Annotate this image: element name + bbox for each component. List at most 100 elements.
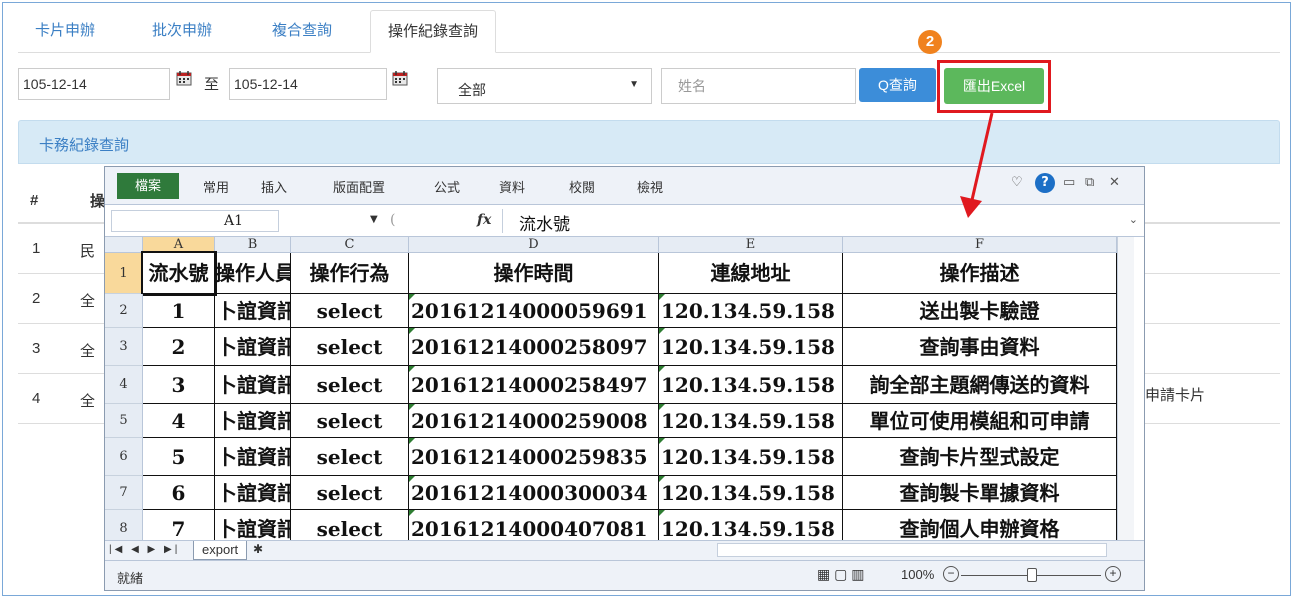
data-cell[interactable]: 20161214000259835 (409, 438, 659, 476)
horizontal-scrollbar[interactable] (717, 543, 1107, 557)
header-cell[interactable]: 操作人員 (215, 253, 291, 294)
minimize-icon[interactable]: ▭ (1063, 175, 1075, 190)
data-cell[interactable]: 20161214000258097 (409, 328, 659, 366)
restore-icon[interactable]: ⧉ (1085, 175, 1094, 190)
ribbon-tab-view[interactable]: 檢視 (637, 177, 663, 196)
row-header[interactable]: 7 (105, 476, 143, 510)
data-cell[interactable]: 20161214000407081 (409, 510, 659, 540)
excel-file-tab[interactable]: 檔案 (117, 173, 179, 199)
column-header-d[interactable]: D (409, 237, 659, 253)
ribbon-tab-review[interactable]: 校閱 (569, 177, 595, 196)
data-cell[interactable]: 120.134.59.158 (659, 510, 843, 540)
data-cell[interactable]: 卜誼資訊 (215, 366, 291, 404)
ribbon-tab-home[interactable]: 常用 (203, 177, 229, 196)
fx-icon[interactable]: fx (477, 212, 491, 228)
date-from-input[interactable]: 105-12-14 (18, 68, 170, 100)
data-cell[interactable]: select (291, 294, 409, 328)
row-header[interactable]: 8 (105, 510, 143, 540)
view-buttons-icon[interactable]: ▦ ▢ ▥ (817, 566, 864, 583)
tab-card-application[interactable]: 卡片申辦 (18, 10, 112, 52)
data-cell[interactable]: 5 (143, 438, 215, 476)
heart-icon[interactable]: ♡ (1011, 175, 1023, 190)
data-cell[interactable]: 1 (143, 294, 215, 328)
sheet-nav-arrows[interactable]: |◀ ◀ ▶ ▶| (109, 544, 180, 555)
row-header[interactable]: 1 (105, 253, 143, 294)
name-input[interactable]: 姓名 (661, 68, 856, 104)
expand-formula-icon[interactable]: ⌄ (1129, 213, 1138, 226)
vertical-scrollbar[interactable] (1117, 237, 1134, 540)
ribbon-tab-layout[interactable]: 版面配置 (333, 177, 385, 196)
tab-batch-application[interactable]: 批次申辦 (135, 10, 229, 52)
header-cell[interactable]: 操作描述 (843, 253, 1117, 294)
data-cell[interactable]: select (291, 510, 409, 540)
data-cell[interactable]: 送出製卡驗證 (843, 294, 1117, 328)
header-cell[interactable]: 操作行為 (291, 253, 409, 294)
data-cell[interactable]: 詢全部主題網傳送的資料 (843, 366, 1117, 404)
data-cell[interactable]: 查詢製卡單據資料 (843, 476, 1117, 510)
data-cell[interactable]: select (291, 404, 409, 438)
row-header[interactable]: 6 (105, 438, 143, 476)
header-cell[interactable]: 操作時間 (409, 253, 659, 294)
column-header-e[interactable]: E (659, 237, 843, 253)
select-all-corner[interactable] (105, 237, 143, 253)
data-cell[interactable]: 2 (143, 328, 215, 366)
data-cell[interactable]: 卜誼資訊 (215, 510, 291, 540)
close-icon[interactable]: ✕ (1109, 175, 1120, 190)
column-header-f[interactable]: F (843, 237, 1117, 253)
name-box[interactable]: A1 (111, 210, 279, 232)
data-cell[interactable]: 查詢卡片型式設定 (843, 438, 1117, 476)
row-header[interactable]: 4 (105, 366, 143, 404)
zoom-in-icon[interactable]: + (1105, 566, 1121, 582)
data-cell[interactable]: 卜誼資訊 (215, 438, 291, 476)
ribbon-tab-formulas[interactable]: 公式 (434, 177, 460, 196)
data-cell[interactable]: 卜誼資訊 (215, 294, 291, 328)
data-cell[interactable]: 120.134.59.158 (659, 366, 843, 404)
spreadsheet-grid[interactable]: A B C D E F 1 流水號 操作人員 操作行為 操作時間 連線地址 操作描述 2 1 卜誼資訊 sele… (105, 237, 1117, 540)
search-button[interactable]: Q查詢 (859, 68, 936, 102)
data-cell[interactable]: 20161214000258497 (409, 366, 659, 404)
header-cell[interactable]: 連線地址 (659, 253, 843, 294)
data-cell[interactable]: 4 (143, 404, 215, 438)
zoom-slider-knob[interactable] (1027, 568, 1037, 582)
data-cell[interactable]: 120.134.59.158 (659, 476, 843, 510)
data-cell[interactable]: select (291, 328, 409, 366)
sheet-tab-export[interactable]: export (193, 541, 248, 560)
data-cell[interactable]: select (291, 438, 409, 476)
data-cell[interactable]: 120.134.59.158 (659, 404, 843, 438)
data-cell[interactable]: 卜誼資訊 (215, 328, 291, 366)
row-header[interactable]: 3 (105, 328, 143, 366)
ribbon-tab-data[interactable]: 資料 (499, 177, 525, 196)
data-cell[interactable]: 卜誼資訊 (215, 404, 291, 438)
row-header[interactable]: 5 (105, 404, 143, 438)
column-header-b[interactable]: B (215, 237, 291, 253)
cancel-formula-icon[interactable]: ( (390, 212, 395, 228)
tab-combined-query[interactable]: 複合查詢 (255, 10, 349, 52)
chevron-down-icon[interactable]: ▼ (370, 214, 378, 225)
type-select[interactable]: 全部 ▼ (437, 68, 652, 104)
data-cell[interactable]: 120.134.59.158 (659, 438, 843, 476)
formula-input[interactable]: 流水號 (519, 210, 570, 235)
data-cell[interactable]: select (291, 476, 409, 510)
data-cell[interactable]: 7 (143, 510, 215, 540)
data-cell[interactable]: 3 (143, 366, 215, 404)
tab-operation-log-query[interactable]: 操作紀錄查詢 (370, 10, 497, 53)
data-cell[interactable]: 20161214000259008 (409, 404, 659, 438)
data-cell[interactable]: 120.134.59.158 (659, 328, 843, 366)
ribbon-tab-insert[interactable]: 插入 (261, 177, 287, 196)
export-excel-button[interactable]: 匯出Excel (944, 68, 1044, 104)
data-cell[interactable]: 20161214000059691 (409, 294, 659, 328)
data-cell[interactable]: 查詢個人申辦資格 (843, 510, 1117, 540)
data-cell[interactable]: 卜誼資訊 (215, 476, 291, 510)
data-cell[interactable]: 120.134.59.158 (659, 294, 843, 328)
zoom-out-icon[interactable]: − (943, 566, 959, 582)
header-cell[interactable]: 流水號 (141, 251, 217, 296)
new-sheet-icon[interactable]: ✱ (253, 542, 263, 556)
column-header-c[interactable]: C (291, 237, 409, 253)
date-to-input[interactable]: 105-12-14 (229, 68, 387, 100)
data-cell[interactable]: 單位可使用模組和可申請 (843, 404, 1117, 438)
data-cell[interactable]: 20161214000300034 (409, 476, 659, 510)
row-header[interactable]: 2 (105, 294, 143, 328)
column-header-a[interactable]: A (143, 237, 215, 253)
data-cell[interactable]: 6 (143, 476, 215, 510)
data-cell[interactable]: select (291, 366, 409, 404)
